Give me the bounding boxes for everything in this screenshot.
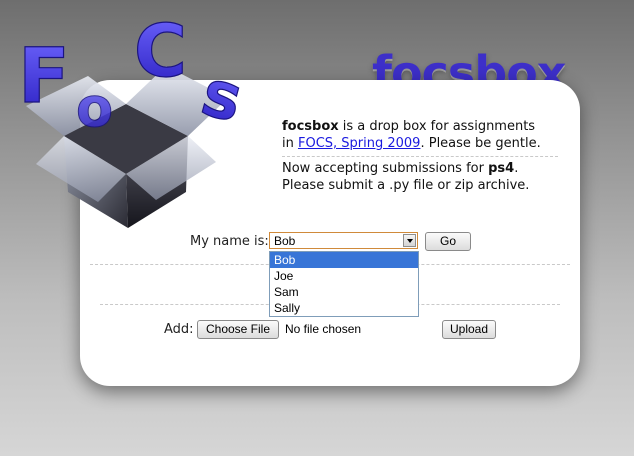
name-option-bob[interactable]: Bob [270,252,418,268]
svg-text:C: C [134,9,187,93]
name-option-sally[interactable]: Sally [270,300,418,316]
go-button[interactable]: Go [425,232,471,251]
intro-paragraph: focsbox is a drop box for assignments in… [282,118,550,152]
accept-paragraph: Now accepting submissions for ps4. Pleas… [282,160,550,194]
intro-section: focsbox is a drop box for assignments in… [282,118,558,194]
svg-text:s: s [194,56,250,137]
name-option-sam[interactable]: Sam [270,284,418,300]
divider [282,156,558,157]
svg-text:o: o [76,76,113,139]
svg-text:F: F [18,31,70,120]
name-select[interactable]: Bob [269,232,418,249]
intro-brand-name: focsbox [282,119,339,134]
name-dropdown-list: Bob Joe Sam Sally [269,251,419,317]
file-status-text: No file chosen [285,322,362,336]
focs-box-logo-icon: F o C s [17,8,251,228]
name-option-joe[interactable]: Joe [270,268,418,284]
add-label: Add: [164,322,194,337]
choose-file-button[interactable]: Choose File [197,320,279,339]
name-label: My name is: [190,234,269,249]
chevron-down-icon[interactable] [403,234,416,247]
problem-set-name: ps4 [488,161,515,176]
intro-text-2: . Please be gentle. [420,136,541,151]
name-select-value: Bob [274,234,296,248]
course-link[interactable]: FOCS, Spring 2009 [298,136,420,151]
upload-button[interactable]: Upload [442,320,496,339]
accept-prefix: Now accepting submissions for [282,161,489,176]
